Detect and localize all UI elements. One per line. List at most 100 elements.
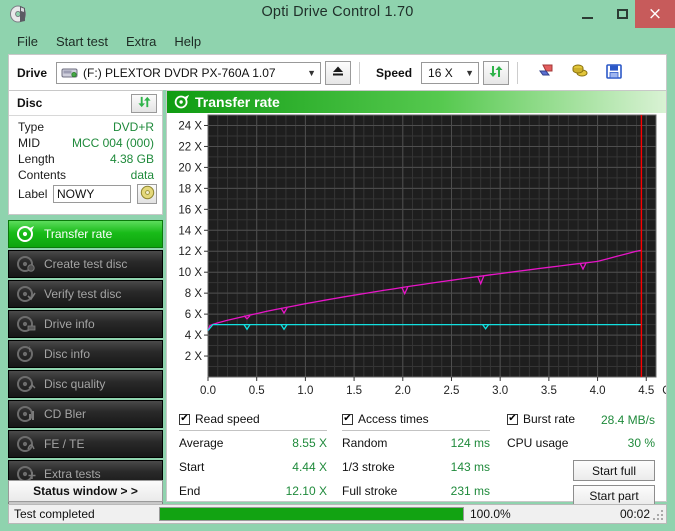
svg-text:2 X: 2 X — [185, 351, 203, 363]
donate-button[interactable] — [566, 60, 594, 86]
read-speed-title: Read speed — [195, 412, 260, 426]
burst-rate-title: Burst rate — [523, 412, 575, 426]
svg-text:1.0: 1.0 — [297, 385, 313, 397]
svg-text:18 X: 18 X — [178, 183, 202, 195]
disc-row-contents: Contents data — [9, 168, 162, 184]
clear-button[interactable] — [532, 60, 560, 86]
progress-bar — [159, 507, 464, 521]
sidebar-item-drive-info[interactable]: Drive info — [8, 310, 163, 338]
result-value: 30 % — [628, 436, 655, 450]
sidebar-item-cd-bler[interactable]: CD Bler — [8, 400, 163, 428]
disc-bler-icon — [16, 405, 38, 423]
close-button[interactable]: × — [635, 0, 675, 28]
eject-button[interactable] — [325, 61, 351, 85]
toolbar-separator-2 — [517, 62, 518, 84]
disc-refresh-button[interactable] — [131, 94, 157, 113]
disc-row-value: DVD+R — [113, 120, 154, 134]
result-key: End — [179, 484, 200, 498]
result-value: 4.44 X — [292, 460, 327, 474]
disc-row-type: Type DVD+R — [9, 120, 162, 136]
access-times-checkbox[interactable]: ✔ — [342, 414, 353, 425]
disc-row-label: Label — [9, 187, 162, 203]
svg-text:10 X: 10 X — [178, 267, 202, 279]
svg-text:16 X: 16 X — [178, 204, 202, 216]
result-value: 12.10 X — [286, 484, 327, 498]
svg-text:4 X: 4 X — [185, 330, 203, 342]
result-key: Random — [342, 436, 387, 450]
title-bar: Opti Drive Control 1.70 × — [0, 0, 675, 28]
disc-label-key: Label — [18, 187, 47, 201]
result-row-start: Start 4.44 X — [179, 459, 327, 479]
burst-rate-header: ✔ Burst rate 28.4 MB/s — [507, 412, 655, 426]
floppy-save-icon — [605, 63, 623, 83]
sidebar-item-label: CD Bler — [44, 407, 86, 421]
sidebar-item-verify-test-disc[interactable]: Verify test disc — [8, 280, 163, 308]
result-row-cpu-usage: CPU usage 30 % — [507, 435, 655, 455]
disc-row-key: Contents — [18, 168, 66, 182]
disc-label-input[interactable] — [53, 185, 131, 203]
svg-text:20 X: 20 X — [178, 162, 202, 174]
results-read-speed: ✔ Read speed Average 8.55 X Start 4.44 X… — [179, 412, 327, 503]
menu-item-file[interactable]: File — [8, 32, 47, 51]
status-window-button[interactable]: Status window > > — [8, 480, 163, 502]
sidebar-item-label: Transfer rate — [44, 227, 112, 241]
status-text: Test completed — [14, 507, 159, 521]
sidebar-item-disc-quality[interactable]: Disc quality — [8, 370, 163, 398]
refresh-button[interactable] — [483, 61, 509, 85]
disc-row-value: MCC 004 (000) — [72, 136, 154, 150]
minimize-button[interactable] — [570, 0, 605, 28]
sidebar-item-transfer-rate[interactable]: Transfer rate — [8, 220, 163, 248]
eject-icon — [331, 65, 345, 80]
result-row-average: Average 8.55 X — [179, 435, 327, 455]
eraser-icon — [536, 62, 556, 83]
burst-rate-value: 28.4 MB/s — [601, 413, 655, 427]
start-part-button[interactable]: Start part — [573, 485, 655, 506]
drive-info-icon — [16, 315, 38, 333]
results-access-times: ✔ Access times Random 124 ms 1/3 stroke … — [342, 412, 490, 503]
results-burst-rate: ✔ Burst rate 28.4 MB/s CPU usage 30 % St… — [507, 412, 655, 455]
resize-grip[interactable] — [653, 510, 663, 520]
svg-text:1.5: 1.5 — [346, 385, 362, 397]
svg-text:4.0: 4.0 — [590, 385, 606, 397]
sidebar-item-create-test-disc[interactable]: Create test disc — [8, 250, 163, 278]
speed-select[interactable]: 16 X ▼ — [421, 62, 479, 84]
svg-text:0.0: 0.0 — [200, 385, 216, 397]
left-column: Disc Type DVD+R MID MCC 004 (000) — [8, 90, 163, 502]
burst-rate-checkbox[interactable]: ✔ — [507, 414, 518, 425]
sidebar-item-label: Drive info — [44, 317, 95, 331]
sidebar-item-fe-te[interactable]: FE / TE — [8, 430, 163, 458]
svg-text:2.5: 2.5 — [443, 385, 459, 397]
menu-bar: File Start test Extra Help — [8, 30, 667, 52]
svg-text:14 X: 14 X — [178, 225, 202, 237]
sidebar-item-label: Verify test disc — [44, 287, 121, 301]
chart-panel-title: Transfer rate — [195, 94, 280, 110]
progress-percent: 100.0% — [464, 507, 560, 521]
sidebar-item-label: Extra tests — [44, 467, 101, 481]
disc-panel-header: Disc — [9, 91, 162, 116]
sidebar-item-disc-info[interactable]: i Disc info — [8, 340, 163, 368]
disc-label-button[interactable] — [137, 184, 157, 204]
access-times-title: Access times — [358, 412, 429, 426]
result-key: CPU usage — [507, 436, 568, 450]
save-button[interactable] — [600, 60, 628, 86]
result-value: 231 ms — [451, 484, 490, 498]
menu-item-extra[interactable]: Extra — [117, 32, 165, 51]
access-times-header: ✔ Access times — [342, 412, 490, 426]
read-speed-checkbox[interactable]: ✔ — [179, 414, 190, 425]
svg-text:24 X: 24 X — [178, 120, 202, 132]
result-key: 1/3 stroke — [342, 460, 395, 474]
sidebar-item-label: FE / TE — [44, 437, 84, 451]
results-panel: ✔ Read speed Average 8.55 X Start 4.44 X… — [166, 404, 667, 502]
result-key: Average — [179, 436, 223, 450]
drive-select[interactable]: (F:) PLEXTOR DVDR PX-760A 1.07 ▼ — [56, 62, 321, 84]
disc-check-icon — [16, 285, 38, 303]
disc-fete-icon — [16, 435, 38, 453]
start-full-button[interactable]: Start full — [573, 460, 655, 481]
result-row-third-stroke: 1/3 stroke 143 ms — [342, 459, 490, 479]
menu-item-start-test[interactable]: Start test — [47, 32, 117, 51]
disc-info-icon: i — [16, 345, 38, 363]
sidebar-item-label: Disc info — [44, 347, 90, 361]
chevron-down-icon: ▼ — [465, 63, 474, 83]
svg-text:6 X: 6 X — [185, 309, 203, 321]
menu-item-help[interactable]: Help — [165, 32, 210, 51]
